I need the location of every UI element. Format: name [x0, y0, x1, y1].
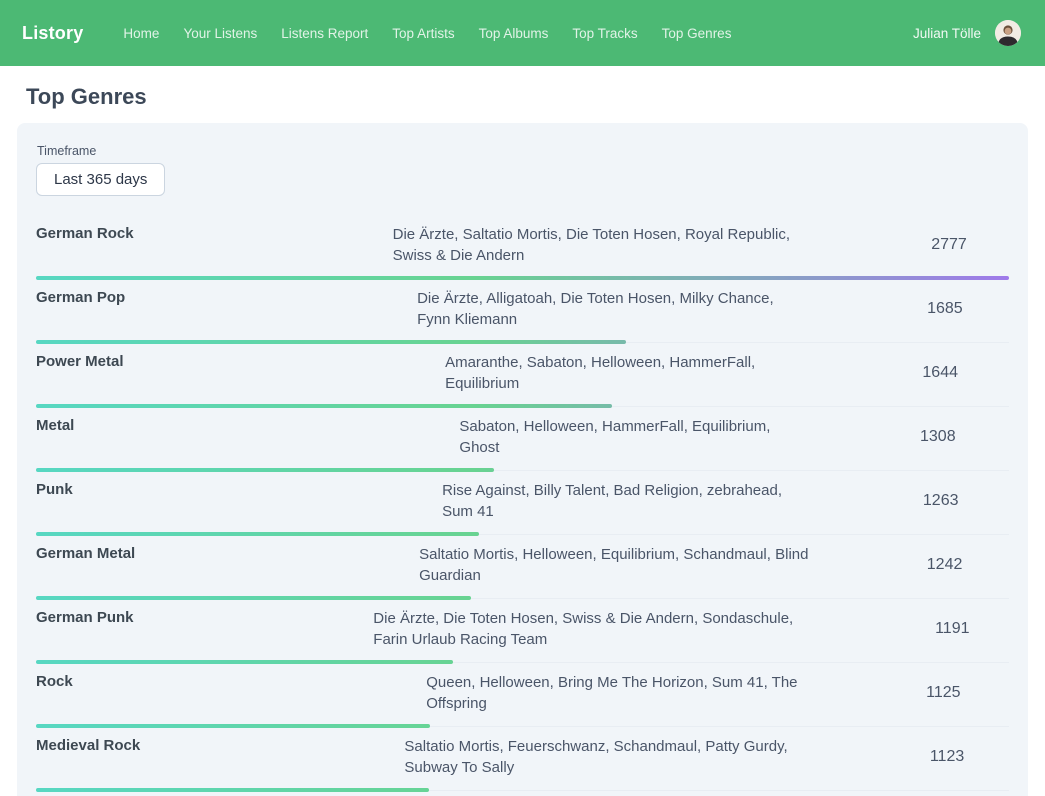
timeframe-filter: Timeframe Last 365 days	[36, 144, 1009, 196]
genre-artists: Rise Against, Billy Talent, Bad Religion…	[442, 480, 872, 522]
genre-row: Rock Queen, Helloween, Bring Me The Hori…	[36, 663, 1009, 727]
genre-row: Power Metal Amaranthe, Sabaton, Hellowee…	[36, 343, 1009, 407]
genre-name: Punk	[36, 480, 442, 522]
nav-item-top-genres[interactable]: Top Genres	[662, 26, 732, 41]
genre-name: German Rock	[36, 224, 393, 266]
page-title: Top Genres	[26, 84, 1045, 110]
genre-row: German Pop Die Ärzte, Alligatoah, Die To…	[36, 279, 1009, 343]
genre-artists: Die Ärzte, Die Toten Hosen, Swiss & Die …	[373, 608, 895, 650]
genre-name: German Pop	[36, 288, 417, 330]
genre-row: Metal Sabaton, Helloween, HammerFall, Eq…	[36, 407, 1009, 471]
genre-artists: Queen, Helloween, Bring Me The Horizon, …	[426, 672, 878, 714]
user-avatar[interactable]	[995, 20, 1021, 46]
genre-count: 1685	[881, 300, 1009, 318]
genre-artists: Die Ärzte, Alligatoah, Die Toten Hosen, …	[417, 288, 881, 330]
genre-name: German Metal	[36, 544, 419, 586]
genre-artists: Amaranthe, Sabaton, Helloween, HammerFal…	[445, 352, 871, 394]
genre-count: 1123	[885, 748, 1009, 766]
brand-logo[interactable]: Listory	[22, 23, 83, 44]
genre-artists: Sabaton, Helloween, HammerFall, Equilibr…	[459, 416, 866, 458]
timeframe-label: Timeframe	[37, 144, 1009, 158]
genre-count: 1308	[867, 428, 1009, 446]
nav-item-listens-report[interactable]: Listens Report	[281, 26, 368, 41]
genres-table: German Rock Die Ärzte, Saltatio Mortis, …	[36, 215, 1009, 796]
genre-row: Medieval Rock Saltatio Mortis, Feuerschw…	[36, 727, 1009, 791]
genre-row: German Rock Die Ärzte, Saltatio Mortis, …	[36, 215, 1009, 279]
genre-row: German Punk Die Ärzte, Die Toten Hosen, …	[36, 599, 1009, 663]
genre-count: 1263	[872, 492, 1009, 510]
genre-artists: Saltatio Mortis, Feuerschwanz, Schandmau…	[404, 736, 885, 778]
nav-item-your-listens[interactable]: Your Listens	[183, 26, 257, 41]
nav-item-top-artists[interactable]: Top Artists	[392, 26, 454, 41]
genre-count: 1125	[878, 684, 1009, 702]
genre-row: German Metal Saltatio Mortis, Helloween,…	[36, 535, 1009, 599]
genre-count: 1242	[880, 556, 1009, 574]
header-user-area: Julian Tölle	[913, 20, 1021, 46]
nav-item-top-albums[interactable]: Top Albums	[479, 26, 549, 41]
top-genres-card: Timeframe Last 365 days German Rock Die …	[17, 123, 1028, 796]
genre-count: 1644	[871, 364, 1009, 382]
main-content: Top Genres Timeframe Last 365 days Germa…	[0, 84, 1045, 796]
user-name[interactable]: Julian Tölle	[913, 26, 981, 41]
genre-artists: Die Ärzte, Saltatio Mortis, Die Toten Ho…	[393, 224, 889, 266]
nav-item-top-tracks[interactable]: Top Tracks	[572, 26, 637, 41]
app-header: Listory Home Your Listens Listens Report To…	[0, 0, 1045, 66]
genre-name: Power Metal	[36, 352, 445, 394]
genre-name: German Punk	[36, 608, 373, 650]
genre-count: 1191	[896, 620, 1009, 638]
user-avatar-photo	[995, 20, 1021, 46]
main-nav: Home Your Listens Listens Report Top Artist…	[123, 26, 731, 41]
genre-name: Medieval Rock	[36, 736, 404, 778]
genre-name: Metal	[36, 416, 459, 458]
genre-name: Rock	[36, 672, 426, 714]
nav-item-home[interactable]: Home	[123, 26, 159, 41]
timeframe-select[interactable]: Last 365 days	[36, 163, 165, 196]
genre-row: Melodic Metal Unleash The Archers, Hello…	[36, 791, 1009, 796]
genre-row: Punk Rise Against, Billy Talent, Bad Rel…	[36, 471, 1009, 535]
genre-count: 2777	[889, 236, 1009, 254]
genre-artists: Saltatio Mortis, Helloween, Equilibrium,…	[419, 544, 880, 586]
